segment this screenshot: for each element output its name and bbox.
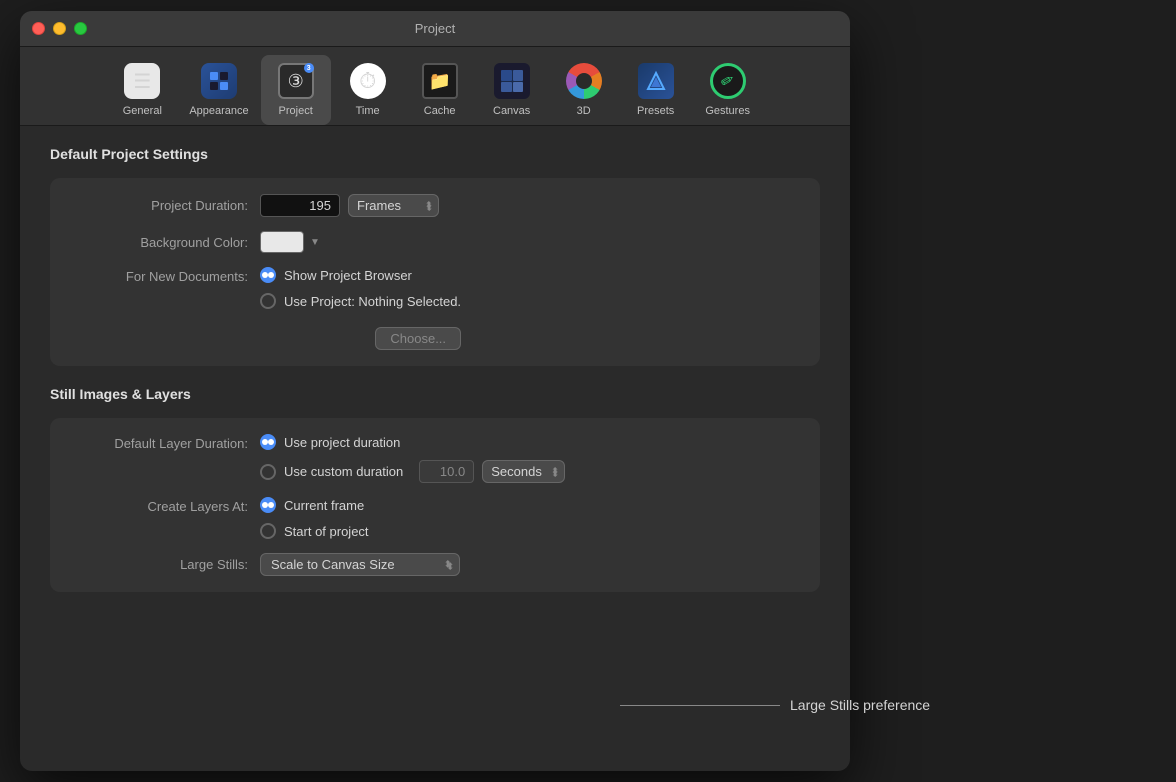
toolbar-label-3d: 3D — [577, 105, 591, 117]
appearance-icon — [199, 61, 239, 101]
show-project-browser-radio[interactable] — [260, 267, 276, 283]
presets-icon — [636, 61, 676, 101]
choose-btn-row: Choose... — [260, 327, 461, 350]
toolbar-label-time: Time — [356, 105, 380, 117]
minimize-button[interactable] — [53, 22, 66, 35]
background-color-row: Background Color: ▼ — [70, 231, 800, 253]
toolbar-item-presets[interactable]: Presets — [621, 55, 691, 125]
toolbar-item-3d[interactable]: 3D — [549, 55, 619, 125]
default-layer-duration-label: Default Layer Duration: — [70, 434, 260, 451]
large-stills-wrapper: Scale to Canvas Size Do Nothing Float in… — [260, 553, 460, 576]
create-layers-at-row: Create Layers At: Current frame Start of… — [70, 497, 800, 539]
toolbar-label-project: Project — [279, 105, 313, 117]
still-images-layers-header: Still Images & Layers — [50, 386, 820, 402]
toolbar-label-appearance: Appearance — [189, 105, 248, 117]
default-project-settings-header: Default Project Settings — [50, 146, 820, 162]
duration-unit-select[interactable]: Frames Seconds Timecode — [348, 194, 439, 217]
custom-duration-input[interactable] — [419, 460, 474, 483]
use-project-duration-row: Use project duration — [260, 434, 565, 450]
use-custom-duration-radio[interactable] — [260, 464, 276, 480]
use-custom-duration-row: Use custom duration Seconds Frames ⬍ — [260, 460, 565, 483]
color-dropdown-arrow[interactable]: ▼ — [310, 237, 320, 248]
use-project-row: Use Project: Nothing Selected. — [260, 293, 461, 309]
current-frame-radio[interactable] — [260, 497, 276, 513]
create-layers-at-options: Current frame Start of project — [260, 497, 369, 539]
duration-unit-wrapper: Frames Seconds Timecode ⬍ — [348, 194, 439, 217]
close-button[interactable] — [32, 22, 45, 35]
project-duration-input[interactable] — [260, 194, 340, 217]
use-project-label: Use Project: Nothing Selected. — [284, 294, 461, 309]
create-layers-at-label: Create Layers At: — [70, 497, 260, 514]
start-of-project-label: Start of project — [284, 524, 369, 539]
content-area: Default Project Settings Project Duratio… — [20, 126, 850, 771]
large-stills-select[interactable]: Scale to Canvas Size Do Nothing Float in… — [260, 553, 460, 576]
custom-duration-unit-select[interactable]: Seconds Frames — [482, 460, 565, 483]
large-stills-label: Large Stills: — [70, 557, 260, 572]
large-stills-controls: Scale to Canvas Size Do Nothing Float in… — [260, 553, 460, 576]
project-duration-label: Project Duration: — [70, 198, 260, 213]
toolbar-item-project[interactable]: ③ 3 Project — [261, 55, 331, 125]
default-project-settings-group: Project Duration: Frames Seconds Timecod… — [50, 178, 820, 366]
toolbar-item-cache[interactable]: 📁 Cache — [405, 55, 475, 125]
toolbar-label-canvas: Canvas — [493, 105, 530, 117]
background-color-controls: ▼ — [260, 231, 320, 253]
toolbar-item-time[interactable]: ⏱ Time — [333, 55, 403, 125]
project-duration-row: Project Duration: Frames Seconds Timecod… — [70, 194, 800, 217]
3d-icon — [564, 61, 604, 101]
annotation-line — [620, 705, 780, 706]
cache-icon: 📁 — [420, 61, 460, 101]
show-project-browser-row: Show Project Browser — [260, 267, 461, 283]
toolbar-item-gestures[interactable]: ✏ Gestures — [693, 55, 763, 125]
title-bar: Project — [20, 11, 850, 47]
use-project-duration-radio[interactable] — [260, 434, 276, 450]
project-icon: ③ 3 — [276, 61, 316, 101]
default-layer-duration-row: Default Layer Duration: Use project dura… — [70, 434, 800, 483]
for-new-documents-row: For New Documents: Show Project Browser … — [70, 267, 800, 350]
toolbar: ☰ General Appearance — [20, 47, 850, 126]
custom-duration-inline: Seconds Frames ⬍ — [419, 460, 565, 483]
toolbar-item-appearance[interactable]: Appearance — [179, 55, 258, 125]
traffic-lights — [32, 22, 87, 35]
show-project-browser-label: Show Project Browser — [284, 268, 412, 283]
annotation-container: Large Stills preference — [620, 697, 930, 713]
project-duration-controls: Frames Seconds Timecode ⬍ — [260, 194, 439, 217]
canvas-icon — [492, 61, 532, 101]
custom-duration-unit-wrapper: Seconds Frames ⬍ — [482, 460, 565, 483]
general-icon: ☰ — [122, 61, 162, 101]
still-images-layers-group: Default Layer Duration: Use project dura… — [50, 418, 820, 592]
gestures-icon: ✏ — [708, 61, 748, 101]
toolbar-item-general[interactable]: ☰ General — [107, 55, 177, 125]
default-layer-duration-options: Use project duration Use custom duration… — [260, 434, 565, 483]
toolbar-label-gestures: Gestures — [705, 105, 750, 117]
for-new-documents-label: For New Documents: — [70, 267, 260, 284]
current-frame-label: Current frame — [284, 498, 364, 513]
for-new-documents-options: Show Project Browser Use Project: Nothin… — [260, 267, 461, 350]
annotation-text: Large Stills preference — [790, 697, 930, 713]
background-color-swatch[interactable] — [260, 231, 304, 253]
choose-button[interactable]: Choose... — [375, 327, 461, 350]
maximize-button[interactable] — [74, 22, 87, 35]
toolbar-label-general: General — [123, 105, 162, 117]
use-project-duration-label: Use project duration — [284, 435, 400, 450]
background-color-label: Background Color: — [70, 235, 260, 250]
time-icon: ⏱ — [348, 61, 388, 101]
large-stills-row: Large Stills: Scale to Canvas Size Do No… — [70, 553, 800, 576]
window-title: Project — [415, 21, 455, 36]
toolbar-label-cache: Cache — [424, 105, 456, 117]
current-frame-row: Current frame — [260, 497, 369, 513]
preferences-window: Project ☰ General Appeara — [20, 11, 850, 771]
use-project-radio[interactable] — [260, 293, 276, 309]
toolbar-item-canvas[interactable]: Canvas — [477, 55, 547, 125]
start-of-project-row: Start of project — [260, 523, 369, 539]
start-of-project-radio[interactable] — [260, 523, 276, 539]
toolbar-label-presets: Presets — [637, 105, 674, 117]
use-custom-duration-label: Use custom duration — [284, 464, 403, 479]
